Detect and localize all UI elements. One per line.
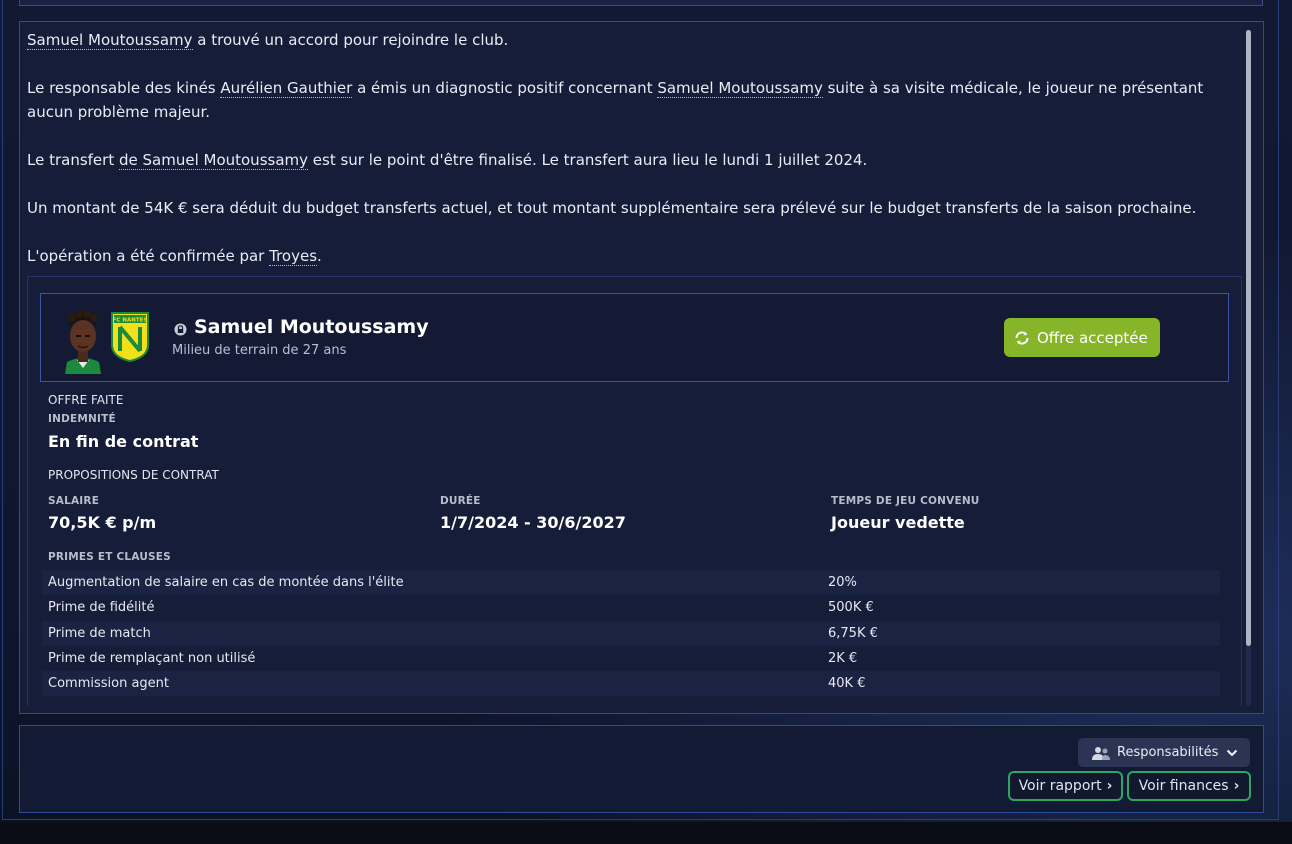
people-icon <box>1092 746 1110 760</box>
player-link[interactable]: Samuel Moutoussamy <box>27 31 193 50</box>
top-panel-edge <box>19 0 1263 6</box>
playing-time-label: TEMPS DE JEU CONVENU <box>831 495 980 507</box>
clause-value: 6,75K € <box>828 626 878 641</box>
refresh-icon <box>1015 331 1029 344</box>
playing-time-value: Joueur vedette <box>831 513 965 532</box>
view-finances-label: Voir finances <box>1138 778 1229 794</box>
scrollbar-thumb[interactable] <box>1246 30 1251 646</box>
salary-label: SALAIRE <box>48 495 100 507</box>
chevron-right-icon: › <box>1106 778 1113 794</box>
responsibilities-dropdown[interactable]: Responsabilités <box>1078 738 1250 767</box>
clause-row: Prime de match 6,75K € <box>42 621 1220 646</box>
clause-value: 2K € <box>828 651 858 666</box>
message-paragraph-2: Le responsable des kinés Aurélien Gauthi… <box>27 76 1227 124</box>
contract-section-label: PROPOSITIONS DE CONTRAT <box>48 468 219 482</box>
offer-status-button[interactable]: Offre acceptée <box>1004 318 1160 357</box>
clause-value: 20% <box>828 575 857 590</box>
message-text: Le transfert <box>27 151 119 169</box>
clause-value: 500K € <box>828 600 874 615</box>
clause-row: Prime de remplaçant non utilisé 2K € <box>42 646 1220 671</box>
player-name[interactable]: Samuel Moutoussamy <box>194 314 429 340</box>
player-link[interactable]: de Samuel Moutoussamy <box>118 151 309 170</box>
crest-text: FC NANTES <box>113 318 148 324</box>
clause-value: 40K € <box>828 676 866 691</box>
chevron-down-icon <box>1227 749 1238 756</box>
message-text: a émis un diagnostic positif concernant <box>352 79 658 97</box>
clauses-label: PRIMES ET CLAUSES <box>48 551 171 563</box>
clause-name: Augmentation de salaire en cas de montée… <box>48 575 404 590</box>
fee-label: INDEMNITÉ <box>48 413 116 425</box>
player-link[interactable]: Samuel Moutoussamy <box>657 79 823 98</box>
clause-name: Prime de remplaçant non utilisé <box>48 651 256 666</box>
salary-value: 70,5K € p/m <box>48 513 157 532</box>
player-subtitle: Milieu de terrain de 27 ans <box>172 343 347 358</box>
message-paragraph-5: L'opération a été confirmée par Troyes. <box>27 244 1227 268</box>
duration-label: DURÉE <box>440 495 481 507</box>
offer-status-label: Offre acceptée <box>1037 328 1148 347</box>
bottom-bar <box>0 822 1292 844</box>
clause-name: Prime de match <box>48 626 151 641</box>
message-text: L'opération a été confirmée par <box>27 247 270 265</box>
clause-name: Prime de fidélité <box>48 600 155 615</box>
club-link[interactable]: Troyes <box>269 247 318 266</box>
duration-value: 1/7/2024 - 30/6/2027 <box>440 513 626 532</box>
message-text: a trouvé un accord pour rejoindre le clu… <box>192 31 509 49</box>
offer-section-label: OFFRE FAITE <box>48 393 124 407</box>
message-text: est sur le point d'être finalisé. Le tra… <box>308 151 868 169</box>
view-report-label: Voir rapport <box>1018 778 1102 794</box>
clause-row: Augmentation de salaire en cas de montée… <box>42 570 1220 595</box>
view-report-button[interactable]: Voir rapport › <box>1008 771 1123 801</box>
clause-row: Prime de fidélité 500K € <box>42 595 1220 620</box>
staff-link[interactable]: Aurélien Gauthier <box>220 79 353 98</box>
club-crest-icon[interactable]: FC NANTES <box>110 311 150 363</box>
fee-value: En fin de contrat <box>48 432 199 451</box>
message-text: . <box>317 247 322 265</box>
message-paragraph-3: Le transfert de Samuel Moutoussamy est s… <box>27 148 1227 172</box>
clause-row: Commission agent 40K € <box>42 671 1220 696</box>
player-avatar[interactable] <box>55 306 111 374</box>
view-finances-button[interactable]: Voir finances › <box>1127 771 1251 801</box>
lock-icon <box>174 321 187 336</box>
message-paragraph-1: Samuel Moutoussamy a trouvé un accord po… <box>27 28 1227 52</box>
message-paragraph-4: Un montant de 54K € sera déduit du budge… <box>27 199 1197 217</box>
chevron-right-icon: › <box>1233 778 1240 794</box>
message-text: Le responsable des kinés <box>27 79 221 97</box>
clause-name: Commission agent <box>48 676 170 691</box>
responsibilities-label: Responsabilités <box>1117 745 1219 760</box>
